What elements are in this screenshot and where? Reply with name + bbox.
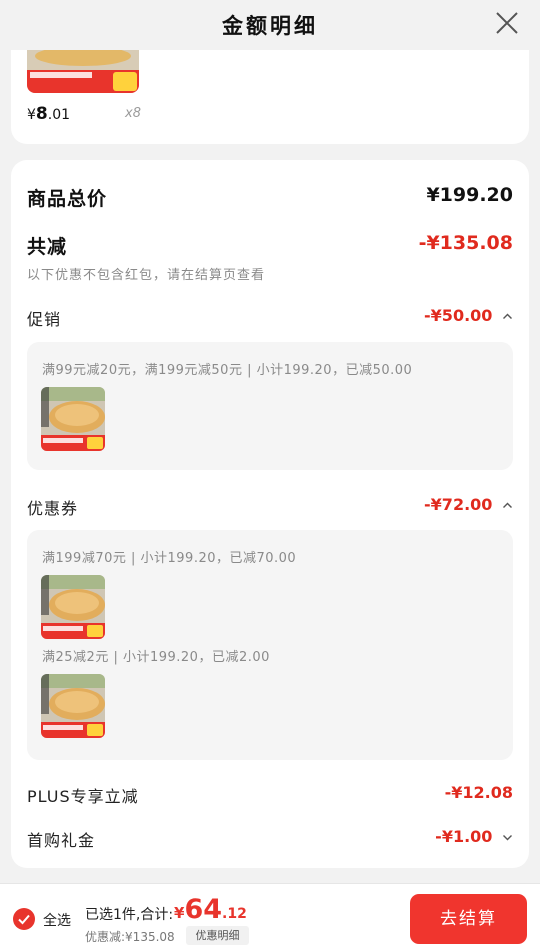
- discount-note: 以下优惠不包含红包，请在结算页查看: [27, 268, 266, 283]
- total-value: ¥199.20: [426, 184, 513, 206]
- coupon-value: -¥72.00: [424, 495, 513, 514]
- discount-detail-button[interactable]: 优惠明细: [186, 926, 249, 945]
- chevron-up-icon[interactable]: [502, 311, 513, 322]
- select-all-label[interactable]: 全选: [43, 910, 71, 930]
- discount-summary: 优惠减:¥135.08: [85, 930, 175, 944]
- product-thumbnail[interactable]: [41, 575, 105, 639]
- product-card: ¥8.01 x8: [11, 50, 529, 144]
- plus-value: -¥12.08: [444, 783, 513, 802]
- check-icon: [18, 914, 30, 925]
- discount-value: -¥135.08: [418, 232, 513, 254]
- product-quantity: x8: [125, 106, 141, 121]
- checkout-button[interactable]: 去结算: [410, 894, 527, 944]
- product-thumbnail[interactable]: [41, 387, 105, 451]
- page-title: 金额明细: [222, 14, 318, 38]
- total-amount: ¥64.12: [174, 894, 247, 925]
- promo-value: -¥50.00: [424, 306, 513, 325]
- selected-count: 已选1件,合计:: [85, 907, 174, 923]
- product-thumbnail[interactable]: [27, 50, 139, 93]
- coupon-detail-text-1: 满199减70元 | 小计199.20，已减70.00: [42, 551, 297, 566]
- chevron-down-icon[interactable]: [502, 832, 513, 843]
- total-label: 商品总价: [27, 188, 108, 210]
- select-all-checkbox[interactable]: [13, 908, 35, 930]
- amount-detail-card: 商品总价 ¥199.20 共减 -¥135.08 以下优惠不包含红包，请在结算页…: [11, 160, 529, 868]
- coupon-detail-text-2: 满25减2元 | 小计199.20，已减2.00: [42, 650, 270, 665]
- product-thumbnail[interactable]: [41, 674, 105, 738]
- promo-detail-text: 满99元减20元，满199元减50元 | 小计199.20，已减50.00: [42, 363, 413, 378]
- header: 金额明细: [0, 0, 540, 50]
- discount-label: 共减: [27, 236, 68, 258]
- close-icon[interactable]: [494, 10, 520, 36]
- checkout-bar: 全选 已选1件,合计: ¥64.12 优惠减:¥135.08 优惠明细 去结算: [0, 883, 540, 951]
- chevron-up-icon[interactable]: [502, 500, 513, 511]
- plus-label: PLUS专享立减: [27, 787, 139, 806]
- first-gift-value: -¥1.00: [435, 827, 513, 846]
- coupon-detail-box: 满199减70元 | 小计199.20，已减70.00 满25减2元 | 小计1…: [27, 530, 513, 760]
- product-price: ¥8.01: [27, 104, 71, 124]
- promo-detail-box: 满99元减20元，满199元减50元 | 小计199.20，已减50.00: [27, 342, 513, 470]
- coupon-label: 优惠券: [27, 499, 79, 518]
- promo-label: 促销: [27, 310, 62, 329]
- first-gift-label: 首购礼金: [27, 831, 96, 850]
